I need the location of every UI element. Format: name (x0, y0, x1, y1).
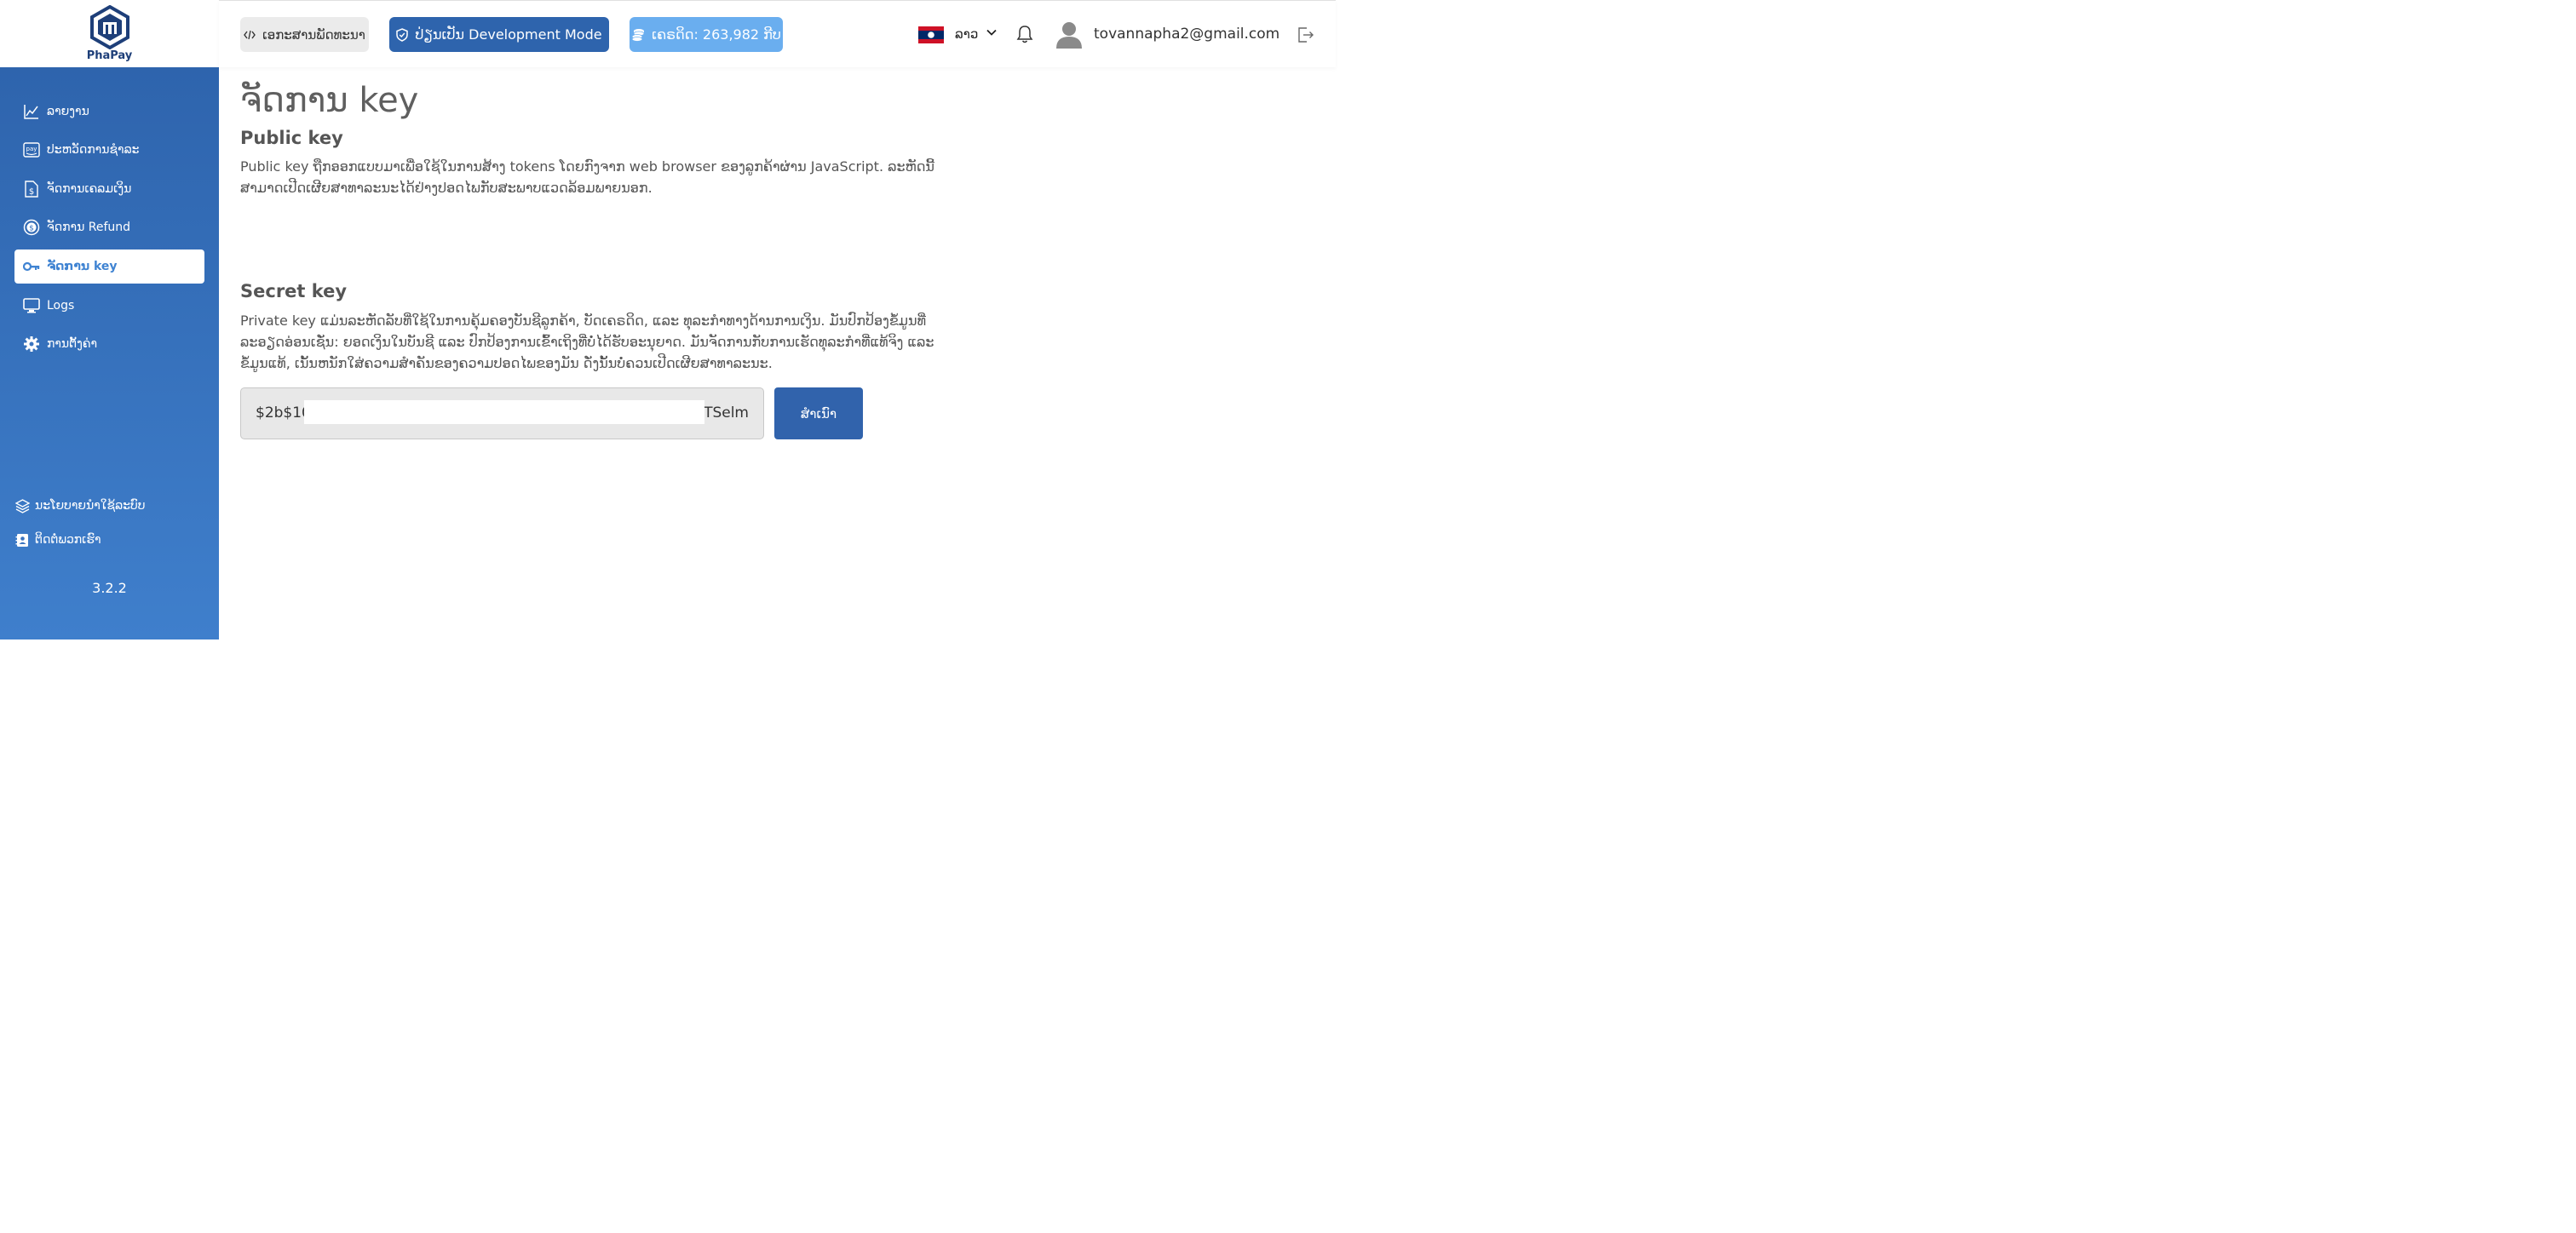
copy-button[interactable]: ສໍາເນົາ (774, 387, 863, 439)
public-key-description: Public key ຖືກອອກແບບມາເພື່ອໃຊ້ໃນການສ້າງ … (240, 158, 934, 196)
top-header: ເອກະສານພັດທະນາ ປ່ຽນເປັນ Development Mode… (219, 0, 1336, 67)
pay-icon: pay (22, 141, 41, 159)
sidebar-item-refund[interactable]: $ ຈັດການ Refund (14, 210, 204, 244)
svg-text:pay: pay (26, 146, 37, 152)
sidebar-item-report[interactable]: ລາຍງານ (14, 95, 204, 129)
development-mode-label: ປ່ຽນເປັນ Development Mode (415, 26, 602, 43)
gear-icon (22, 335, 41, 353)
sidebar-item-label: Logs (47, 299, 75, 313)
secret-key-field[interactable]: $2b$10 NTSelm (240, 387, 764, 439)
user-avatar-icon[interactable] (1055, 20, 1084, 49)
logout-icon[interactable] (1297, 27, 1314, 43)
secret-key-redaction (304, 400, 704, 424)
secret-key-title: Secret key (240, 281, 348, 301)
monitor-icon (22, 296, 41, 315)
sidebar-item-claims[interactable]: $ ຈັດການເຄລມເງິນ (14, 172, 204, 206)
developer-docs-button[interactable]: ເອກະສານພັດທະນາ (240, 17, 369, 52)
sidebar-item-label: ຈັດການເຄລມເງິນ (47, 182, 132, 196)
sidebar-item-logs[interactable]: Logs (14, 289, 204, 323)
sidebar-nav: ລາຍງານ pay ປະຫວັດການຊໍາລະ $ ຈັດການເຄລມເງ… (0, 67, 219, 639)
public-key-title: Public key (240, 128, 343, 148)
main-content: ຈັດການ key Public key Public key ຖືກອອກແ… (219, 67, 1336, 639)
developer-docs-label: ເອກະສານພັດທະນາ (262, 26, 365, 43)
switch-development-mode-button[interactable]: ປ່ຽນເປັນ Development Mode (389, 17, 609, 52)
sidebar-footer-contact[interactable]: ຕິດຕໍ່ພວກເຮົາ (14, 532, 202, 548)
svg-text:$: $ (29, 187, 34, 197)
layers-icon (14, 498, 30, 513)
sidebar-footer-label: ຕິດຕໍ່ພວກເຮົາ (35, 533, 101, 547)
credit-balance-button[interactable]: ເຄຣດິດ: 263,982 ກີບ (630, 17, 783, 52)
logo-text: PhaPay (86, 49, 133, 62)
coins-icon (631, 28, 645, 42)
bell-icon[interactable] (1016, 25, 1033, 43)
logo-area[interactable]: PhaPay (0, 0, 219, 67)
phapay-logo-icon (90, 5, 129, 49)
sidebar-item-key[interactable]: ຈັດການ key (14, 249, 204, 284)
sidebar: PhaPay ລາຍງານ pay ປະຫວັດການຊໍາລະ $ ຈັດກາ… (0, 0, 219, 639)
laos-flag-icon[interactable] (918, 26, 944, 43)
page-title: ຈັດການ key (240, 81, 419, 120)
chevron-down-icon[interactable] (986, 29, 997, 36)
sidebar-item-payment-history[interactable]: pay ປະຫວັດການຊໍາລະ (14, 133, 204, 167)
sidebar-item-label: ຈັດການ Refund (47, 221, 131, 234)
sidebar-item-label: ປະຫວັດການຊໍາລະ (47, 143, 140, 157)
contact-book-icon (14, 532, 30, 548)
refund-icon: $ (22, 218, 41, 237)
secret-key-description: Private key ແມ່ນລະຫັດລັບທີ່ໃຊ້ໃນການຄຸ້ມຄ… (240, 313, 934, 371)
code-icon (244, 30, 256, 40)
sidebar-item-label: ຈັດການ key (47, 260, 118, 273)
secret-key-prefix: $2b$10 (256, 404, 311, 422)
language-selector[interactable]: ລາວ (955, 26, 978, 42)
svg-text:$: $ (29, 225, 34, 233)
invoice-dollar-icon: $ (22, 180, 41, 198)
sidebar-item-settings[interactable]: ການຕັ້ງຄ່າ (14, 327, 204, 361)
chart-line-icon (22, 102, 41, 121)
sidebar-item-label: ການຕັ້ງຄ່າ (47, 337, 98, 351)
app-version: 3.2.2 (92, 580, 127, 596)
user-email: tovannapha2@gmail.com (1094, 26, 1280, 43)
shield-icon (396, 27, 409, 42)
key-icon (22, 257, 41, 276)
sidebar-footer-label: ນະໂຍບາຍນໍາໃຊ້ລະບົບ (35, 499, 146, 513)
credit-balance-label: ເຄຣດິດ: 263,982 ກີບ (652, 26, 781, 43)
sidebar-item-label: ລາຍງານ (47, 105, 89, 118)
sidebar-footer-policy[interactable]: ນະໂຍບາຍນໍາໃຊ້ລະບົບ (14, 498, 202, 513)
